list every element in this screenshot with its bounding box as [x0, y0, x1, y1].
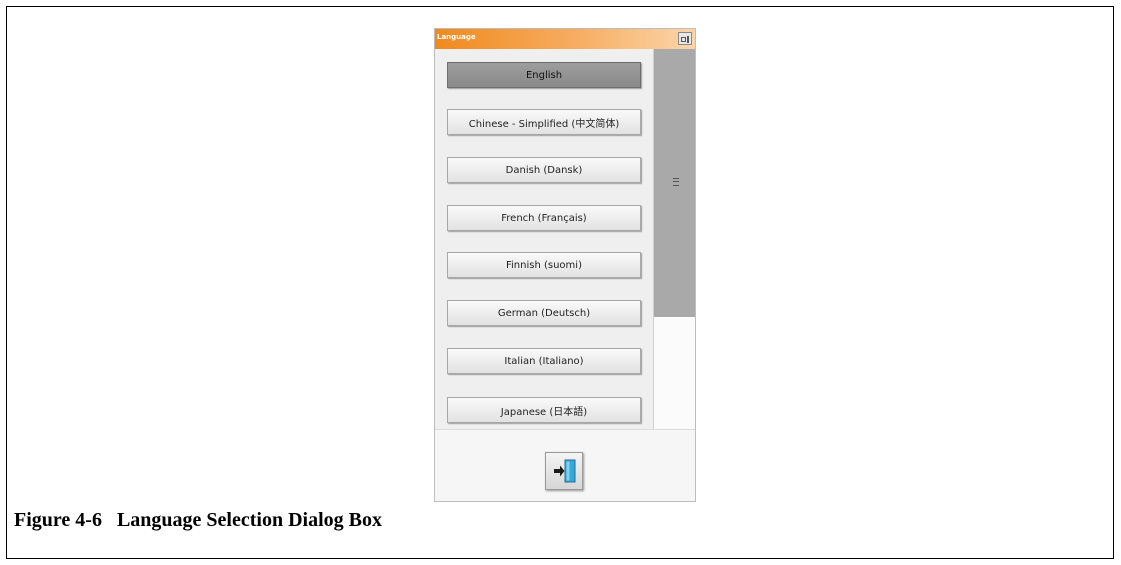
language-button-french[interactable]: French (Français) [447, 205, 641, 231]
language-button-label: French (Français) [501, 212, 587, 224]
language-button-label: Chinese - Simplified (中文简体) [468, 118, 620, 130]
language-button-japanese[interactable]: Japanese (日本語) [447, 397, 641, 423]
language-button-danish[interactable]: Danish (Dansk) [447, 157, 641, 183]
window-icon[interactable] [678, 32, 692, 45]
language-button-finnish[interactable]: Finnish (suomi) [447, 252, 641, 278]
dialog-footer [435, 429, 695, 501]
language-button-label: Finnish (suomi) [506, 259, 582, 271]
language-list-scrollbar[interactable] [653, 49, 695, 429]
exit-door-icon [554, 459, 576, 483]
language-button-label: Danish (Dansk) [505, 164, 583, 176]
language-button-label: Italian (Italiano) [504, 355, 584, 367]
language-button-label: German (Deutsch) [497, 307, 591, 319]
scrollbar-thumb[interactable] [654, 49, 695, 317]
language-button-english[interactable]: English [447, 62, 641, 88]
figure-title: Language Selection Dialog Box [116, 509, 382, 531]
language-button-german[interactable]: German (Deutsch) [447, 300, 641, 326]
language-list: English Chinese - Simplified (中文简体) Dani… [435, 49, 653, 429]
dialog-title: Language [437, 33, 476, 41]
language-button-italian[interactable]: Italian (Italiano) [447, 348, 641, 374]
language-button-label: Japanese (日本語) [500, 406, 588, 418]
language-dialog: Language English Chinese - Simplified (中… [434, 28, 696, 502]
dialog-titlebar: Language [435, 29, 695, 49]
language-button-label: English [525, 69, 563, 81]
figure-caption: Figure 4-6 Language Selection Dialog Box [14, 509, 382, 532]
exit-button[interactable] [545, 452, 583, 490]
figure-number: Figure 4-6 [14, 509, 102, 531]
language-button-chinese-simplified[interactable]: Chinese - Simplified (中文简体) [447, 109, 641, 135]
scroll-grip-icon [673, 178, 679, 186]
